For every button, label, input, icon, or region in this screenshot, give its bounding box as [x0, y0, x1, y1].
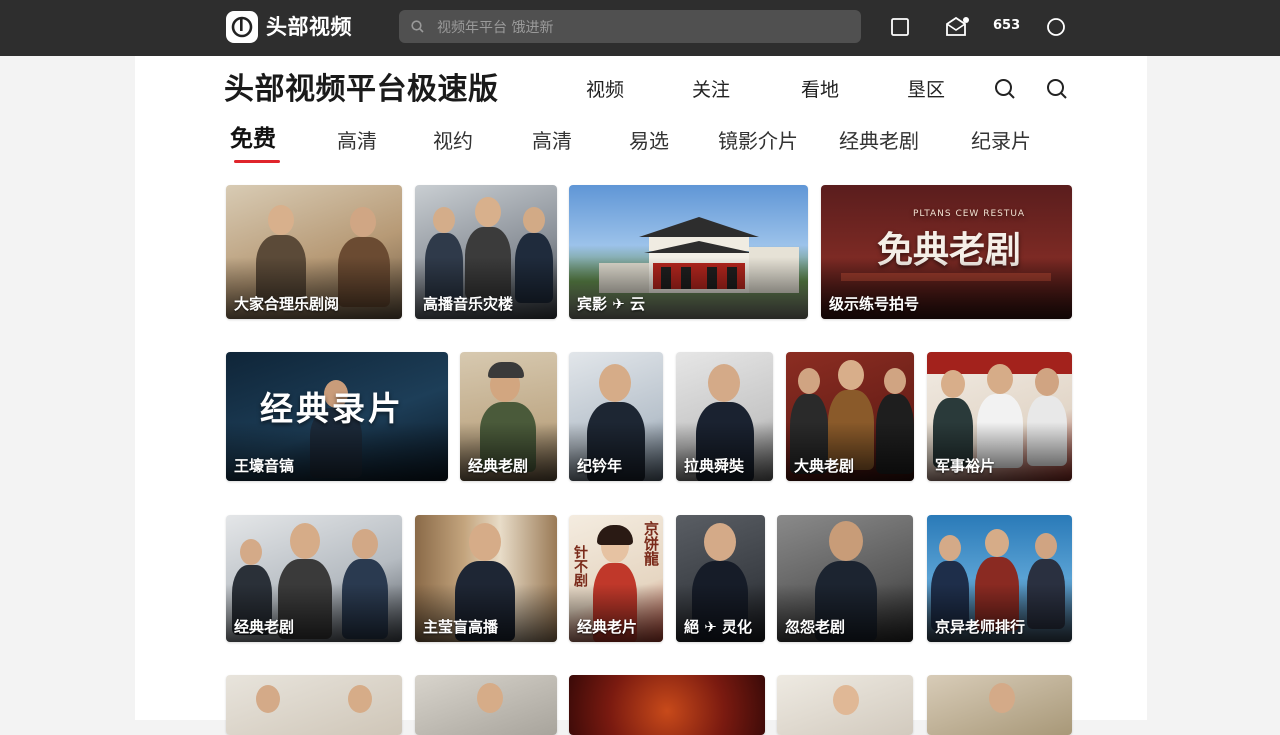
search-icon[interactable] — [994, 78, 1016, 100]
tab-hd-2[interactable]: 高清 — [532, 128, 572, 154]
profile-icon[interactable] — [1046, 17, 1066, 37]
video-title: 经典老剧 — [234, 618, 295, 636]
video-thumbnail — [569, 675, 765, 735]
video-card[interactable]: 军事裕片 — [927, 352, 1072, 481]
window-icon[interactable] — [890, 17, 910, 37]
video-card[interactable]: 针不剧 京饼龍 经典老片 — [569, 515, 663, 642]
search-icon-secondary[interactable] — [1046, 78, 1068, 100]
video-title: 军事裕片 — [935, 457, 996, 475]
video-title: 忽怨老剧 — [785, 618, 846, 636]
video-card[interactable] — [569, 675, 765, 735]
video-card[interactable]: 絕 ✈ 灵化 — [676, 515, 765, 642]
active-tab-indicator — [234, 160, 280, 163]
tab-free[interactable]: 免费 — [230, 126, 276, 152]
video-card[interactable]: PLTANS CEW RESTUA 免典老剧 级示练号拍号 — [821, 185, 1072, 319]
video-card[interactable]: 经典老剧 — [460, 352, 557, 481]
video-card[interactable]: 京异老师排行 — [927, 515, 1072, 642]
tab-hd[interactable]: 高清 — [337, 128, 377, 154]
video-title: 大典老剧 — [794, 457, 855, 475]
video-card[interactable] — [777, 675, 913, 735]
video-card[interactable]: 纪钤年 — [569, 352, 663, 481]
video-card[interactable] — [927, 675, 1072, 735]
video-card[interactable]: 主莹盲高播 — [415, 515, 557, 642]
video-title: 大家合理乐剧阅 — [234, 295, 340, 313]
video-card[interactable] — [415, 675, 557, 735]
video-title: 经典老剧 — [468, 457, 529, 475]
nav-item-local[interactable]: 看地 — [801, 78, 839, 102]
page-title: 头部视频平台极速版 — [224, 72, 499, 107]
nav-item-area[interactable]: 垦区 — [907, 78, 945, 102]
video-card[interactable]: 拉典舜奘 — [676, 352, 773, 481]
search-icon — [411, 20, 424, 33]
app-logo-text[interactable]: 头部视频 — [266, 12, 352, 42]
video-title: 拉典舜奘 — [684, 457, 745, 475]
video-title: 纪钤年 — [577, 457, 623, 475]
poster-subtitle: PLTANS CEW RESTUA — [913, 209, 1026, 219]
video-card[interactable]: 经典老剧 — [226, 515, 402, 642]
app-logo-icon[interactable] — [226, 11, 258, 43]
poster-calligraphy-left: 针不剧 — [572, 545, 588, 587]
mail-icon[interactable] — [944, 15, 970, 39]
tab-classic-drama[interactable]: 经典老剧 — [839, 128, 919, 154]
tab-yixuan[interactable]: 易选 — [629, 128, 669, 154]
tab-film[interactable]: 镜影介片 — [718, 128, 798, 154]
video-title: 主莹盲高播 — [423, 618, 499, 636]
video-card[interactable]: 大典老剧 — [786, 352, 914, 481]
video-thumbnail — [226, 675, 402, 735]
video-title: 宾影 ✈ 云 — [577, 295, 646, 313]
video-card[interactable]: 宾影 ✈ 云 — [569, 185, 808, 319]
video-title: 絕 ✈ 灵化 — [684, 618, 753, 636]
top-bar: 头部视频 653 — [0, 0, 1280, 56]
video-card[interactable]: 忽怨老剧 — [777, 515, 913, 642]
nav-item-follow[interactable]: 关注 — [692, 78, 730, 102]
search-bar[interactable] — [399, 10, 861, 45]
poster-calligraphy-right: 京饼龍 — [642, 521, 660, 566]
video-card[interactable]: 高播音乐灾楼 — [415, 185, 557, 319]
video-title: 京异老师排行 — [935, 618, 1026, 636]
video-card[interactable]: 经典录片 王壕音镐 — [226, 352, 448, 481]
video-title: 王壕音镐 — [234, 457, 295, 475]
video-card[interactable]: 大家合理乐剧阅 — [226, 185, 402, 319]
video-title: 级示练号拍号 — [829, 295, 920, 313]
video-title: 高播音乐灾楼 — [423, 295, 514, 313]
tab-documentary[interactable]: 纪录片 — [971, 128, 1031, 154]
notification-count[interactable]: 653 — [993, 18, 1020, 33]
video-card[interactable] — [226, 675, 402, 735]
tab-shiyue[interactable]: 视约 — [433, 128, 473, 154]
nav-item-video[interactable]: 视频 — [586, 78, 624, 102]
video-title: 经典老片 — [577, 618, 638, 636]
search-input[interactable] — [435, 10, 849, 45]
